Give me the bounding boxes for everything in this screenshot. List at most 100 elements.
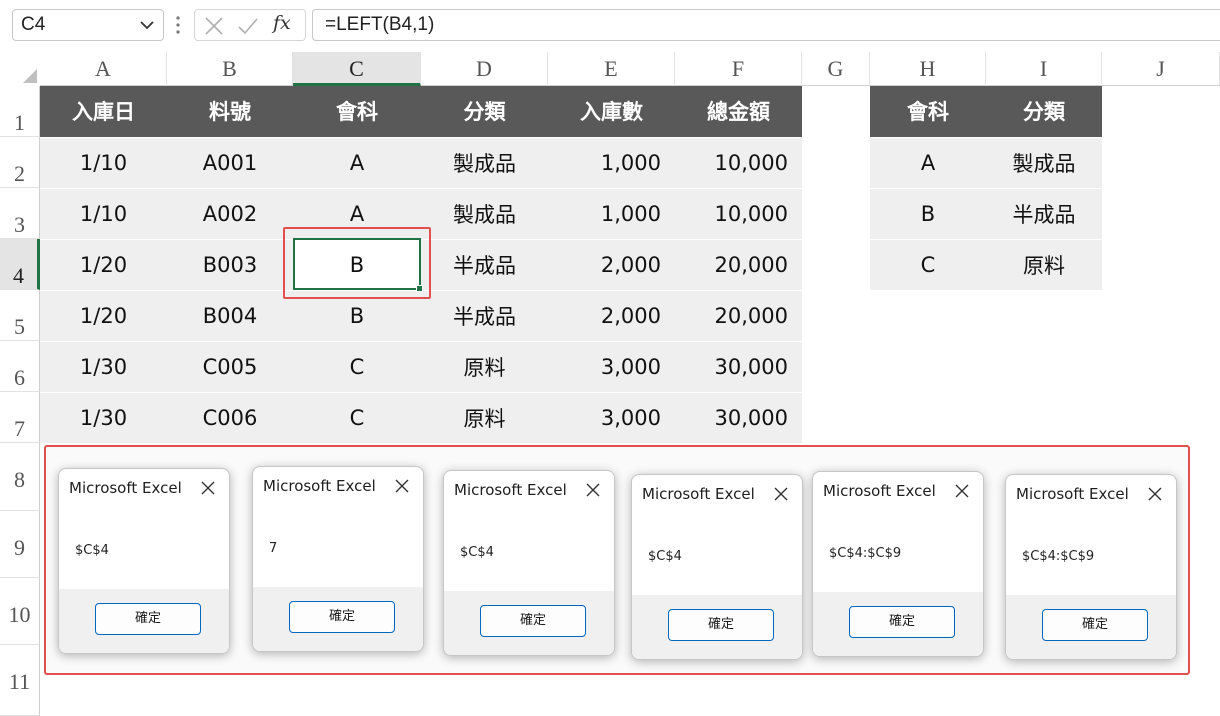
close-icon[interactable]	[1146, 485, 1164, 503]
row-header-8[interactable]: 8	[0, 443, 40, 511]
cell-f6[interactable]: 30,000	[675, 341, 802, 393]
cell-f4[interactable]: 20,000	[675, 239, 802, 291]
cell-d4[interactable]: 半成品	[421, 239, 548, 291]
cell-i4[interactable]: 原料	[986, 239, 1102, 291]
more-options-icon[interactable]	[174, 14, 182, 36]
ok-button[interactable]: 確定	[95, 603, 201, 635]
dialog-message: $C$4	[75, 543, 109, 558]
close-icon[interactable]	[584, 481, 602, 499]
column-header-h[interactable]: H	[870, 52, 986, 86]
column-header-f[interactable]: F	[675, 52, 802, 86]
cell-c7[interactable]: C	[293, 392, 421, 444]
row-header-11[interactable]: 11	[0, 645, 40, 716]
fill-handle[interactable]	[416, 285, 423, 292]
cell-c2[interactable]: A	[293, 137, 421, 189]
dialog-title: Microsoft Excel	[823, 482, 936, 500]
cell-e3[interactable]: 1,000	[548, 188, 675, 240]
row-header-1[interactable]: 1	[0, 86, 40, 137]
cell-e4[interactable]: 2,000	[548, 239, 675, 291]
close-icon[interactable]	[393, 477, 411, 495]
cancel-icon[interactable]	[203, 15, 225, 37]
cell-i2[interactable]: 製成品	[986, 137, 1102, 189]
cell-h2[interactable]: A	[870, 137, 986, 189]
column-header-d[interactable]: D	[421, 52, 548, 86]
column-header-j[interactable]: J	[1102, 52, 1220, 86]
select-all-corner[interactable]	[0, 52, 40, 86]
row-header-4[interactable]: 4	[0, 239, 40, 290]
row-header-10[interactable]: 10	[0, 578, 40, 645]
cell-b4[interactable]: B003	[167, 239, 293, 291]
enter-check-icon[interactable]	[237, 15, 259, 37]
cell-f5[interactable]: 20,000	[675, 290, 802, 342]
column-header-i[interactable]: I	[986, 52, 1102, 86]
cell-a2[interactable]: 1/10	[40, 137, 167, 189]
row-header-7[interactable]: 7	[0, 392, 40, 443]
row-header-6[interactable]: 6	[0, 341, 40, 392]
cell-a5[interactable]: 1/20	[40, 290, 167, 342]
cell-d2[interactable]: 製成品	[421, 137, 548, 189]
lookup-header-row: 會科 分類	[870, 86, 1102, 138]
cell-a4[interactable]: 1/20	[40, 239, 167, 291]
cell-e5[interactable]: 2,000	[548, 290, 675, 342]
cell-a6[interactable]: 1/30	[40, 341, 167, 393]
cell-d7[interactable]: 原料	[421, 392, 548, 444]
close-icon[interactable]	[199, 479, 217, 497]
lookup-header-category[interactable]: 分類	[986, 86, 1102, 138]
cell-d3[interactable]: 製成品	[421, 188, 548, 240]
header-date[interactable]: 入庫日	[40, 86, 167, 138]
column-header-e[interactable]: E	[548, 52, 675, 86]
ok-button[interactable]: 確定	[1042, 609, 1148, 641]
lookup-row: C 原料	[870, 239, 1102, 291]
dialog-footer: 確定	[253, 587, 423, 651]
cell-b7[interactable]: C006	[167, 392, 293, 444]
cell-b5[interactable]: B004	[167, 290, 293, 342]
ok-button[interactable]: 確定	[480, 605, 586, 637]
formula-input[interactable]: =LEFT(B4,1)	[312, 9, 1220, 41]
cell-d5[interactable]: 半成品	[421, 290, 548, 342]
cell-i3[interactable]: 半成品	[986, 188, 1102, 240]
dialog-title: Microsoft Excel	[263, 477, 376, 495]
ok-button[interactable]: 確定	[849, 606, 955, 638]
header-account[interactable]: 會科	[293, 86, 421, 138]
ok-button[interactable]: 確定	[668, 609, 774, 641]
header-part-no[interactable]: 料號	[167, 86, 293, 138]
lookup-header-account[interactable]: 會科	[870, 86, 986, 138]
formula-text: =LEFT(B4,1)	[325, 14, 435, 35]
lookup-row: A 製成品	[870, 137, 1102, 189]
cell-d6[interactable]: 原料	[421, 341, 548, 393]
cell-e2[interactable]: 1,000	[548, 137, 675, 189]
cell-e7[interactable]: 3,000	[548, 392, 675, 444]
cell-f3[interactable]: 10,000	[675, 188, 802, 240]
name-box[interactable]: C4	[12, 9, 164, 41]
cell-h4[interactable]: C	[870, 239, 986, 291]
row-header-3[interactable]: 3	[0, 188, 40, 239]
cell-c6[interactable]: C	[293, 341, 421, 393]
close-icon[interactable]	[772, 485, 790, 503]
column-header-c[interactable]: C	[293, 52, 421, 86]
dialog-footer: 確定	[59, 589, 229, 653]
header-amount[interactable]: 總金額	[675, 86, 802, 138]
row-header-5[interactable]: 5	[0, 290, 40, 341]
cell-a7[interactable]: 1/30	[40, 392, 167, 444]
chevron-down-icon[interactable]	[137, 15, 157, 35]
column-header-g[interactable]: G	[802, 52, 870, 86]
cell-f2[interactable]: 10,000	[675, 137, 802, 189]
formula-bar: C4 fx =LEFT(B4,1)	[0, 0, 1220, 52]
cell-f7[interactable]: 30,000	[675, 392, 802, 444]
cell-e6[interactable]: 3,000	[548, 341, 675, 393]
message-box: Microsoft Excel 7 確定	[252, 466, 424, 652]
cell-h3[interactable]: B	[870, 188, 986, 240]
ok-button[interactable]: 確定	[289, 601, 395, 633]
header-quantity[interactable]: 入庫數	[548, 86, 675, 138]
column-header-b[interactable]: B	[167, 52, 293, 86]
cell-b2[interactable]: A001	[167, 137, 293, 189]
cell-a3[interactable]: 1/10	[40, 188, 167, 240]
row-header-2[interactable]: 2	[0, 137, 40, 188]
close-icon[interactable]	[953, 482, 971, 500]
row-header-9[interactable]: 9	[0, 511, 40, 578]
cell-b6[interactable]: C005	[167, 341, 293, 393]
cell-b3[interactable]: A002	[167, 188, 293, 240]
column-header-a[interactable]: A	[40, 52, 167, 86]
header-category[interactable]: 分類	[421, 86, 548, 138]
insert-function-button[interactable]: fx	[273, 12, 295, 34]
